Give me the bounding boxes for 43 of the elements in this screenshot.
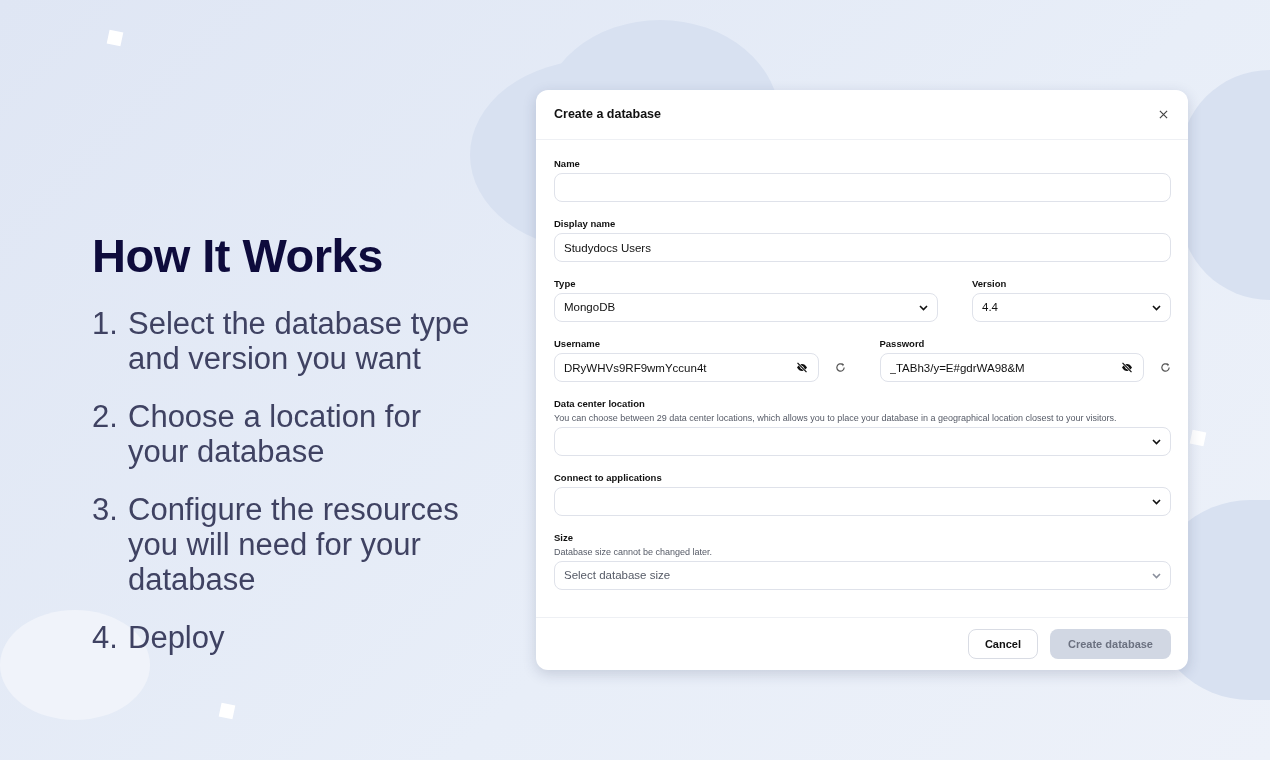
eye-slash-icon[interactable] <box>1121 362 1133 373</box>
refresh-icon[interactable] <box>834 362 846 373</box>
select-field[interactable] <box>554 427 1171 456</box>
chevron-down-icon <box>1152 304 1161 311</box>
step-text: Deploy <box>128 620 226 656</box>
confetti-square <box>106 29 124 47</box>
step-number: 4. <box>92 620 119 656</box>
field-hint: You can choose between 29 data center locations, which allows you to place your database in a geographical location closest to your visitors. <box>554 412 1118 424</box>
eye-slash-icon[interactable] <box>795 362 808 373</box>
select-field[interactable] <box>554 487 1171 516</box>
step-text: Select the database type and version you want <box>128 306 471 377</box>
step-number: 1. <box>92 306 119 344</box>
chevron-down-icon <box>919 304 928 311</box>
chevron-down-icon <box>1152 498 1161 505</box>
input-field[interactable]: _TABh3/y=E#gdrWA98&M <box>879 353 1144 382</box>
dialog-title: Create a database <box>554 106 661 124</box>
input-field[interactable]: Studydocs Users <box>554 233 1171 262</box>
chevron-down-icon <box>1152 572 1161 579</box>
input-field[interactable] <box>554 173 1171 202</box>
confetti-square <box>218 702 236 720</box>
field-label: Data center location <box>554 398 646 410</box>
cancel-button[interactable]: Cancel <box>967 629 1038 659</box>
field-label: Size <box>554 532 574 544</box>
select-field[interactable]: 4.4 <box>972 293 1171 322</box>
step-number: 3. <box>92 492 119 530</box>
field-label: Connect to applications <box>554 472 663 484</box>
field-label: Type <box>554 278 577 290</box>
select-field[interactable]: MongoDB <box>554 293 938 322</box>
confetti-square <box>1189 429 1207 447</box>
close-icon <box>1158 110 1168 119</box>
step-text: Configure the resources you will need for your database <box>128 492 460 598</box>
refresh-icon[interactable] <box>1160 362 1171 373</box>
step-number: 2. <box>92 399 119 437</box>
field-label: Display name <box>554 218 617 230</box>
field-hint: Database size cannot be changed later. <box>554 546 714 558</box>
field-label: Name <box>554 158 581 170</box>
heading: How It Works <box>92 228 384 284</box>
field-label: Password <box>879 338 926 350</box>
input-field[interactable]: DRyWHVs9RF9wmYccun4t <box>554 353 819 382</box>
field-label: Username <box>554 338 601 350</box>
step-text: Choose a location for your database <box>128 399 422 470</box>
field-label: Version <box>972 278 1008 290</box>
chevron-down-icon <box>1152 438 1161 445</box>
